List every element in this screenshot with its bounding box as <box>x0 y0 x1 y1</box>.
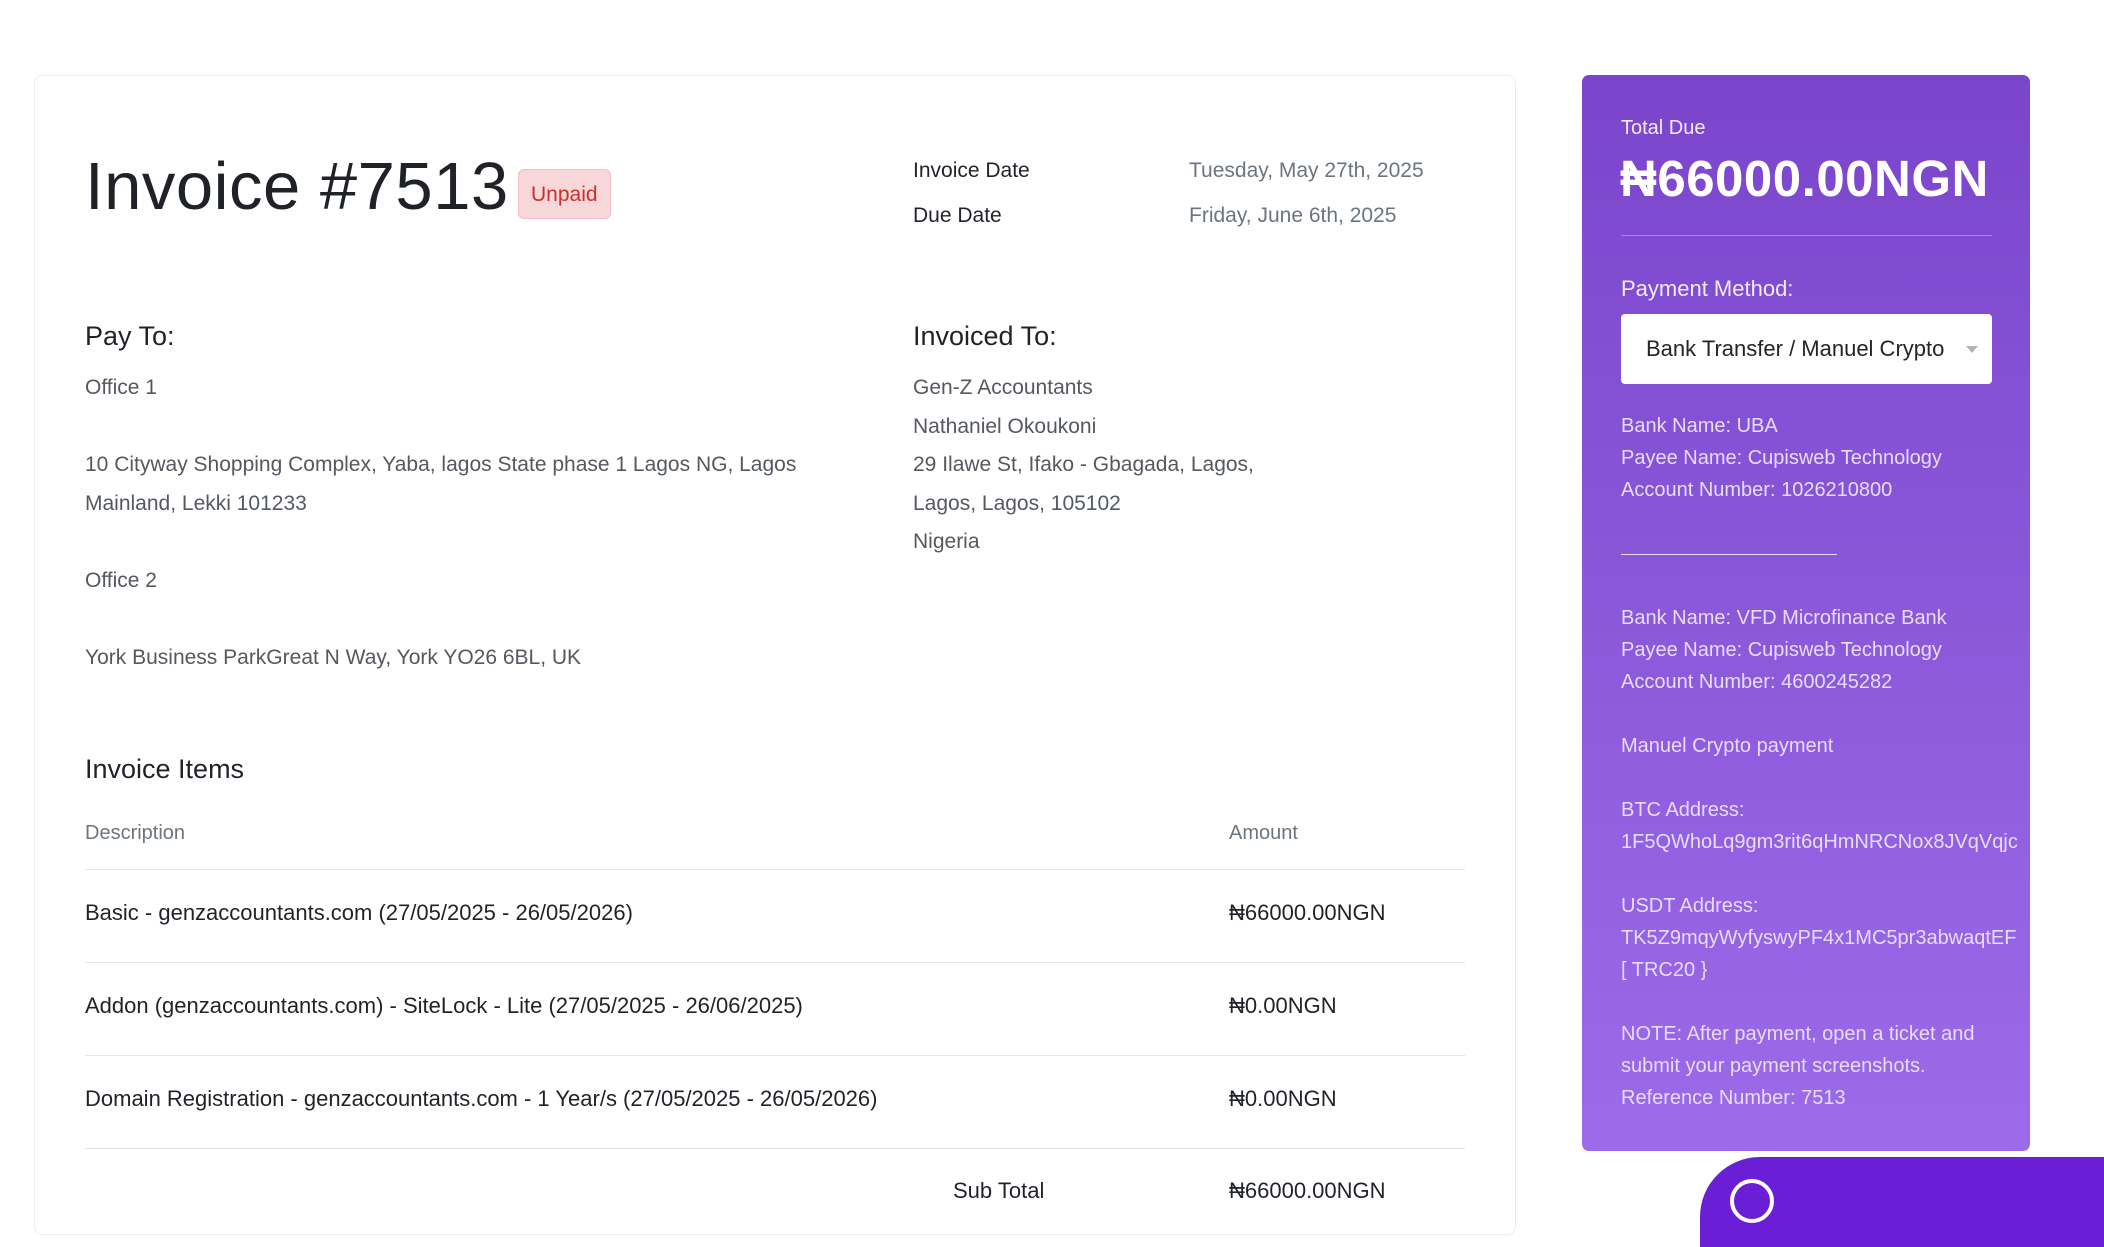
instruction-line: Account Number: 1026210800 <box>1621 479 1893 501</box>
table-divider <box>85 962 1465 963</box>
pay-to-line: 10 Cityway Shopping Complex, Yaba, lagos… <box>85 453 797 476</box>
btc-address: 1F5QWhoLq9gm3rit6qHmNRCNox8JVqVqjc <box>1621 831 2018 853</box>
invoiced-to-line: Gen-Z Accountants <box>913 376 1093 399</box>
instruction-line: Payee Name: Cupisweb Technology <box>1621 639 1942 661</box>
instruction-separator <box>1621 538 2030 570</box>
item-description: Domain Registration - genzaccountants.co… <box>85 1086 878 1111</box>
usdt-address: TK5Z9mqyWyfyswyPF4x1MC5pr3abwaqtEF <box>1621 927 2017 949</box>
item-amount: ₦0.00NGN <box>1229 993 1337 1018</box>
instruction-line <box>1621 698 2030 730</box>
instruction-line <box>1621 506 2030 538</box>
instruction-line: [ TRC20 } <box>1621 959 1708 981</box>
instruction-line: submit your payment screenshots. <box>1621 1055 1926 1077</box>
invoiced-to-address: Gen-Z Accountants Nathaniel Okoukoni 29 … <box>913 369 1254 562</box>
payment-panel: Total Due ₦66000.00NGN Payment Method: B… <box>1582 75 2030 1151</box>
invoiced-to-line: 29 Ilawe St, Ifako - Gbagada, Lagos, <box>913 453 1254 476</box>
instruction-line <box>1621 986 2030 1018</box>
pay-to-line: Mainland, Lekki 101233 <box>85 491 307 515</box>
invoiced-to-heading: Invoiced To: <box>913 321 1057 351</box>
total-due-amount: ₦66000.00NGN <box>1620 150 1989 207</box>
pay-to-address: Office 1 10 Cityway Shopping Complex, Ya… <box>85 369 796 677</box>
instruction-line: Payee Name: Cupisweb Technology <box>1621 447 1942 469</box>
description-column-header: Description <box>85 822 186 844</box>
due-date-value: Friday, June 6th, 2025 <box>1189 204 1397 227</box>
instruction-line <box>1621 858 2030 890</box>
instruction-line: Bank Name: UBA <box>1621 415 1778 437</box>
instruction-line: Reference Number: 7513 <box>1621 1087 1846 1109</box>
amount-column-header: Amount <box>1229 822 1298 844</box>
total-due-label: Total Due <box>1621 117 1706 139</box>
pay-to-line: Office 2 <box>85 568 157 592</box>
instruction-line: Manuel Crypto payment <box>1621 735 1834 757</box>
subtotal-value: ₦66000.00NGN <box>1229 1178 1386 1203</box>
instruction-line: NOTE: After payment, open a ticket and <box>1621 1023 1975 1045</box>
divider <box>1621 235 1992 236</box>
invoice-items-heading: Invoice Items <box>85 754 245 784</box>
item-amount: ₦66000.00NGN <box>1229 900 1386 925</box>
payment-method-value: Bank Transfer / Manuel Crypto <box>1646 336 1945 361</box>
instruction-line <box>1621 570 2030 602</box>
pay-to-line: York Business ParkGreat N Way, York YO26… <box>85 645 582 669</box>
table-divider <box>85 1055 1465 1056</box>
instruction-line: BTC Address: <box>1621 799 1745 821</box>
chevron-down-icon <box>1966 346 1978 353</box>
pay-to-line <box>85 408 796 447</box>
instruction-line <box>1621 762 2030 794</box>
chat-widget-button[interactable] <box>1700 1157 2104 1247</box>
due-date-label: Due Date <box>913 204 1002 227</box>
instruction-line: Bank Name: VFD Microfinance Bank <box>1621 607 1947 629</box>
invoice-date-value: Tuesday, May 27th, 2025 <box>1189 159 1424 182</box>
table-divider <box>85 869 1465 870</box>
pay-to-line <box>85 600 796 639</box>
payment-instructions: Bank Name: UBA Payee Name: Cupisweb Tech… <box>1621 410 2030 1114</box>
pay-to-heading: Pay To: <box>85 321 175 351</box>
pay-to-line: Office 1 <box>85 376 157 399</box>
payment-method-select[interactable]: Bank Transfer / Manuel Crypto <box>1621 314 1992 384</box>
invoiced-to-line: Nigeria <box>913 530 980 553</box>
instruction-line: USDT Address: <box>1621 895 1759 917</box>
item-description: Basic - genzaccountants.com (27/05/2025 … <box>85 900 633 925</box>
item-amount: ₦0.00NGN <box>1229 1086 1337 1111</box>
invoiced-to-line: Nathaniel Okoukoni <box>913 414 1097 438</box>
status-badge: Unpaid <box>518 169 611 219</box>
item-description: Addon (genzaccountants.com) - SiteLock -… <box>85 993 803 1018</box>
instruction-line: Account Number: 4600245282 <box>1621 671 1893 693</box>
invoice-date-label: Invoice Date <box>913 159 1030 182</box>
pay-to-line <box>85 523 796 562</box>
invoiced-to-line: Lagos, Lagos, 105102 <box>913 491 1121 515</box>
subtotal-label: Sub Total <box>953 1178 1045 1203</box>
table-divider <box>85 1148 1465 1149</box>
chat-icon <box>1730 1179 1774 1223</box>
invoice-title: Invoice #7513 <box>85 149 509 224</box>
payment-method-label: Payment Method: <box>1621 276 1794 301</box>
